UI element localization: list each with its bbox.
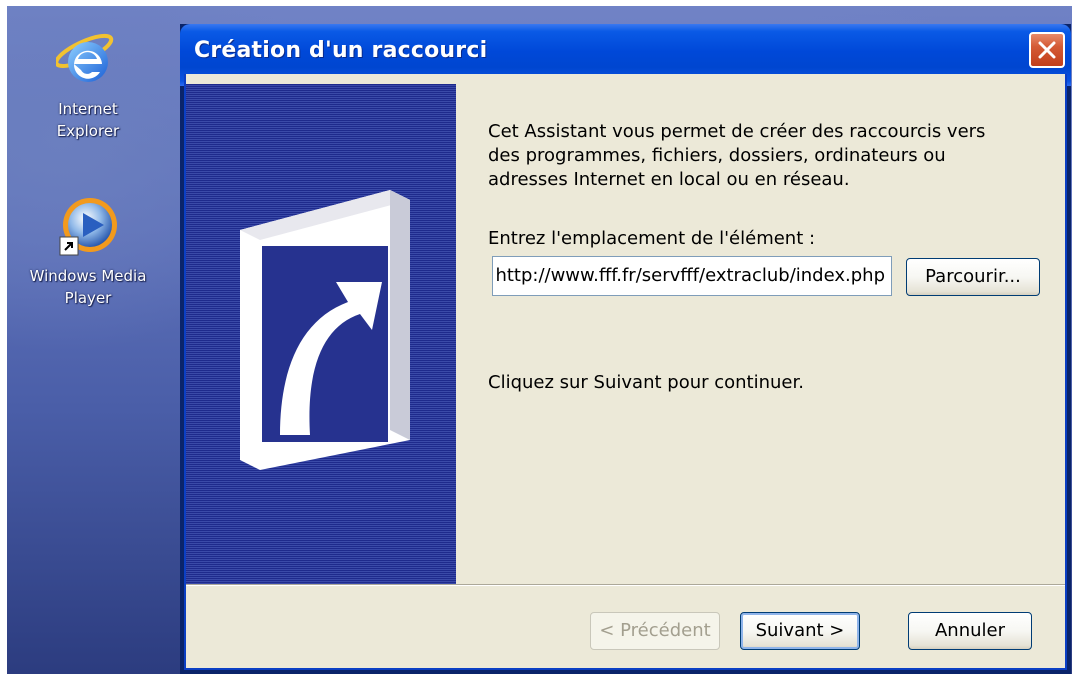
close-icon xyxy=(1038,41,1056,59)
next-button[interactable]: Suivant > xyxy=(740,612,860,650)
intro-line: Cet Assistant vous permet de créer des r… xyxy=(488,121,986,142)
internet-explorer-icon xyxy=(56,33,114,82)
intro-line: des programmes, fichiers, dossiers, ordi… xyxy=(488,145,946,166)
desktop-icon-label: Player xyxy=(64,289,112,307)
close-button[interactable] xyxy=(1029,32,1065,68)
desktop-icon-internet-explorer[interactable]: Internet Explorer xyxy=(28,28,148,142)
dialog-title: Création d'un raccourci xyxy=(194,38,488,63)
desktop-icon-label: Explorer xyxy=(56,122,120,140)
create-shortcut-dialog: Création d'un raccourci Cet Assistant vo… xyxy=(180,24,1071,674)
wizard-content: Cet Assistant vous permet de créer des r… xyxy=(456,84,1065,584)
location-label: Entrez l'emplacement de l'élément : xyxy=(488,228,816,249)
location-input-value: http://www.fff.fr/servfff/extraclub/inde… xyxy=(495,265,885,286)
browse-button[interactable]: Parcourir... xyxy=(906,258,1040,296)
cancel-button[interactable]: Annuler xyxy=(908,612,1032,650)
intro-line: adresses Internet en local ou en réseau. xyxy=(488,169,850,190)
intro-text: Cet Assistant vous permet de créer des r… xyxy=(488,120,1048,192)
desktop-icon-windows-media-player[interactable]: Windows Media Player xyxy=(28,195,148,309)
wizard-side-panel xyxy=(186,84,456,584)
desktop-icon-label: Windows Media xyxy=(29,267,147,285)
continue-instruction: Cliquez sur Suivant pour continuer. xyxy=(488,372,804,393)
location-input[interactable]: http://www.fff.fr/servfff/extraclub/inde… xyxy=(492,256,892,296)
footer-divider xyxy=(186,584,1065,586)
previous-button[interactable]: < Précédent xyxy=(590,612,720,650)
dialog-client-area: Cet Assistant vous permet de créer des r… xyxy=(184,74,1067,670)
desktop-icon-label: Internet xyxy=(58,100,118,118)
shortcut-arrow-icon xyxy=(240,190,410,470)
windows-media-player-icon xyxy=(59,198,117,256)
